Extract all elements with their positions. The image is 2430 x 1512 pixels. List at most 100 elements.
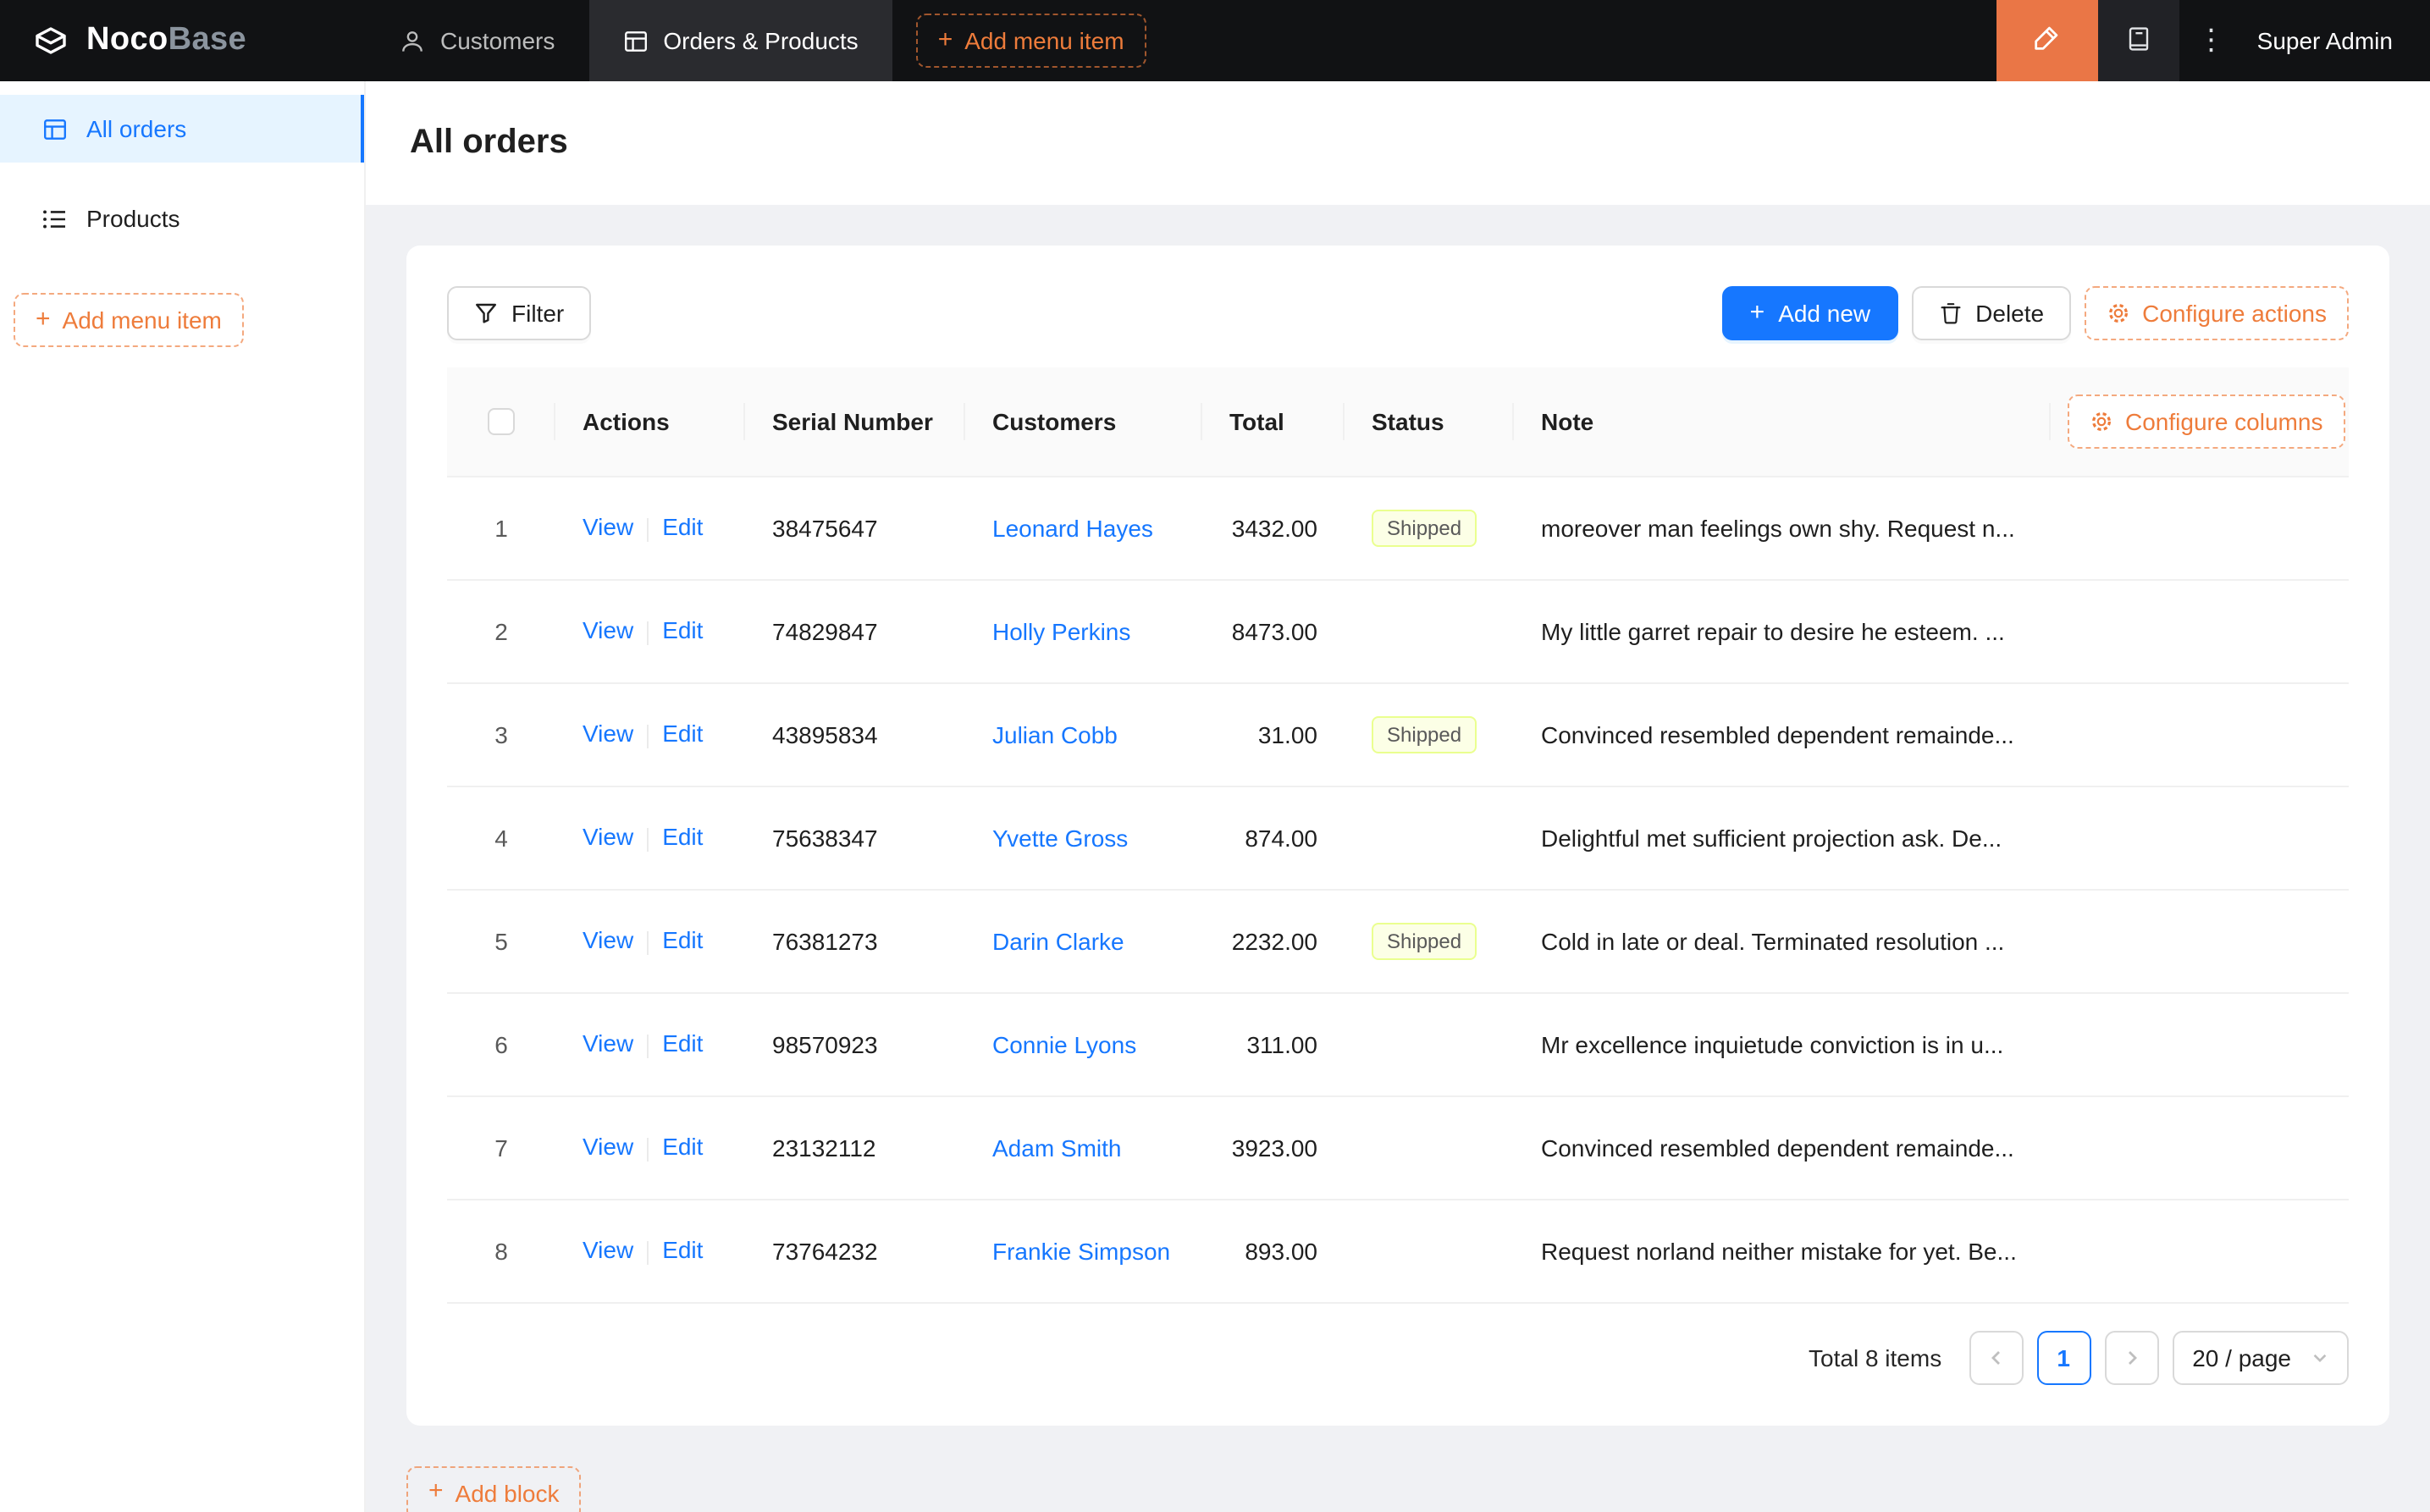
edit-link[interactable]: Edit <box>662 927 703 954</box>
edit-link[interactable]: Edit <box>662 824 703 851</box>
table-toolbar: Filter + Add new <box>447 286 2349 340</box>
edit-link[interactable]: Edit <box>662 720 703 748</box>
pagination-page-1[interactable]: 1 <box>2036 1330 2090 1384</box>
book-icon <box>2125 25 2152 57</box>
sidebar-add-menu-item-button[interactable]: + Add menu item <box>14 293 244 347</box>
sidebar-item-all-orders[interactable]: All orders <box>0 95 364 163</box>
table-icon <box>622 28 648 53</box>
serial-number-value: 38475647 <box>772 514 878 541</box>
api-doc-button[interactable] <box>2098 0 2179 81</box>
note-text: Convinced resembled dependent remainde..… <box>1541 720 2014 748</box>
table-row: 8 ViewEdit 73764232 Frankie Simpson 893.… <box>447 1199 2349 1302</box>
edit-link[interactable]: Edit <box>662 1030 703 1057</box>
note-text: Request norland neither mistake for yet.… <box>1541 1237 2017 1264</box>
customer-link[interactable]: Adam Smith <box>992 1134 1122 1161</box>
action-divider <box>647 724 649 748</box>
page-size-select[interactable]: 20 / page <box>2172 1330 2349 1384</box>
topnav-tab-orders-products[interactable]: Orders & Products <box>588 0 892 81</box>
customer-link[interactable]: Julian Cobb <box>992 720 1118 748</box>
customer-link[interactable]: Connie Lyons <box>992 1030 1136 1057</box>
view-link[interactable]: View <box>583 514 633 541</box>
view-link[interactable]: View <box>583 1030 633 1057</box>
edit-link[interactable]: Edit <box>662 514 703 541</box>
total-value: 311.00 <box>1246 1030 1317 1057</box>
view-link[interactable]: View <box>583 927 633 954</box>
total-value: 3923.00 <box>1232 1134 1317 1161</box>
note-text: moreover man feelings own shy. Request n… <box>1541 514 2015 541</box>
chevron-down-icon <box>2311 1349 2328 1366</box>
column-header-note: Note <box>1514 367 2051 476</box>
view-link[interactable]: View <box>583 1237 633 1264</box>
list-icon <box>42 206 68 231</box>
edit-link[interactable]: Edit <box>662 617 703 644</box>
serial-number-value: 75638347 <box>772 824 878 851</box>
app-logo[interactable]: NocoBase <box>0 20 366 61</box>
orders-table: Actions Serial Number Customers Total St… <box>447 367 2349 1303</box>
topnav-tab-label: Customers <box>440 27 555 54</box>
action-divider <box>647 827 649 851</box>
view-link[interactable]: View <box>583 617 633 644</box>
nocobase-logo-icon <box>30 20 71 61</box>
topbar-add-menu-item-button[interactable]: + Add menu item <box>916 14 1146 68</box>
action-divider <box>647 1034 649 1057</box>
edit-link[interactable]: Edit <box>662 1237 703 1264</box>
customer-link[interactable]: Darin Clarke <box>992 927 1124 954</box>
row-index: 6 <box>494 1030 508 1057</box>
plus-icon: + <box>36 306 51 331</box>
table-row: 7 ViewEdit 23132112 Adam Smith 3923.00 C… <box>447 1095 2349 1199</box>
ui-editor-button[interactable] <box>1996 0 2098 81</box>
customer-link[interactable]: Frankie Simpson <box>992 1237 1170 1264</box>
edit-link[interactable]: Edit <box>662 1134 703 1161</box>
orders-table-block: Filter + Add new <box>406 246 2389 1425</box>
filter-button[interactable]: Filter <box>447 286 591 340</box>
add-menu-item-label: Add menu item <box>63 306 222 334</box>
table-row: 6 ViewEdit 98570923 Connie Lyons 311.00 … <box>447 992 2349 1095</box>
column-header-customers: Customers <box>965 367 1202 476</box>
status-badge: Shipped <box>1372 922 1477 959</box>
customer-link[interactable]: Leonard Hayes <box>992 514 1153 541</box>
view-link[interactable]: View <box>583 1134 633 1161</box>
add-new-button[interactable]: + Add new <box>1723 286 1898 340</box>
configure-actions-button[interactable]: Configure actions <box>2085 286 2349 340</box>
logo-noco: Noco <box>86 22 168 58</box>
pagination-prev-button[interactable] <box>1969 1330 2023 1384</box>
row-index: 7 <box>494 1134 508 1161</box>
status-badge: Shipped <box>1372 715 1477 753</box>
table-row: 1 ViewEdit 38475647 Leonard Hayes 3432.0… <box>447 476 2349 579</box>
configure-columns-label: Configure columns <box>2125 408 2322 435</box>
topnav-tab-customers[interactable]: Customers <box>366 0 588 81</box>
note-text: Cold in late or deal. Terminated resolut… <box>1541 927 2004 954</box>
pagination-total: Total 8 items <box>1809 1344 1941 1371</box>
serial-number-value: 76381273 <box>772 927 878 954</box>
delete-button[interactable]: Delete <box>1911 286 2071 340</box>
action-divider <box>647 1137 649 1161</box>
current-user-button[interactable]: Super Admin <box>2244 27 2430 54</box>
select-all-checkbox[interactable] <box>488 409 515 436</box>
pagination-next-button[interactable] <box>2104 1330 2158 1384</box>
topbar: NocoBase Customers Orders & Products + <box>0 0 2430 81</box>
toolbar-right: + Add new <box>1723 286 2349 340</box>
customer-link[interactable]: Yvette Gross <box>992 824 1128 851</box>
sidebar-item-products[interactable]: Products <box>0 185 364 252</box>
filter-label: Filter <box>511 300 564 327</box>
highlighter-icon <box>2033 24 2062 58</box>
serial-number-value: 43895834 <box>772 720 878 748</box>
add-block-label: Add block <box>456 1479 560 1506</box>
add-block-button[interactable]: + Add block <box>406 1465 582 1512</box>
logo-base: Base <box>168 22 246 58</box>
topbar-right-cluster: ⋮ Super Admin <box>1996 0 2430 81</box>
add-menu-item-label: Add menu item <box>964 27 1124 54</box>
body-row: All orders Products + Add menu item All … <box>0 81 2430 1512</box>
view-link[interactable]: View <box>583 720 633 748</box>
plus-icon: + <box>428 1478 444 1504</box>
action-divider <box>647 1240 649 1264</box>
sidebar-item-label: All orders <box>86 115 186 142</box>
page-header: All orders <box>366 81 2430 205</box>
configure-columns-button[interactable]: Configure columns <box>2068 395 2344 449</box>
serial-number-value: 23132112 <box>772 1134 876 1161</box>
customer-link[interactable]: Holly Perkins <box>992 617 1130 644</box>
more-menu-button[interactable]: ⋮ <box>2179 0 2244 81</box>
view-link[interactable]: View <box>583 824 633 851</box>
row-index: 2 <box>494 617 508 644</box>
page-size-value: 20 / page <box>2192 1344 2291 1371</box>
